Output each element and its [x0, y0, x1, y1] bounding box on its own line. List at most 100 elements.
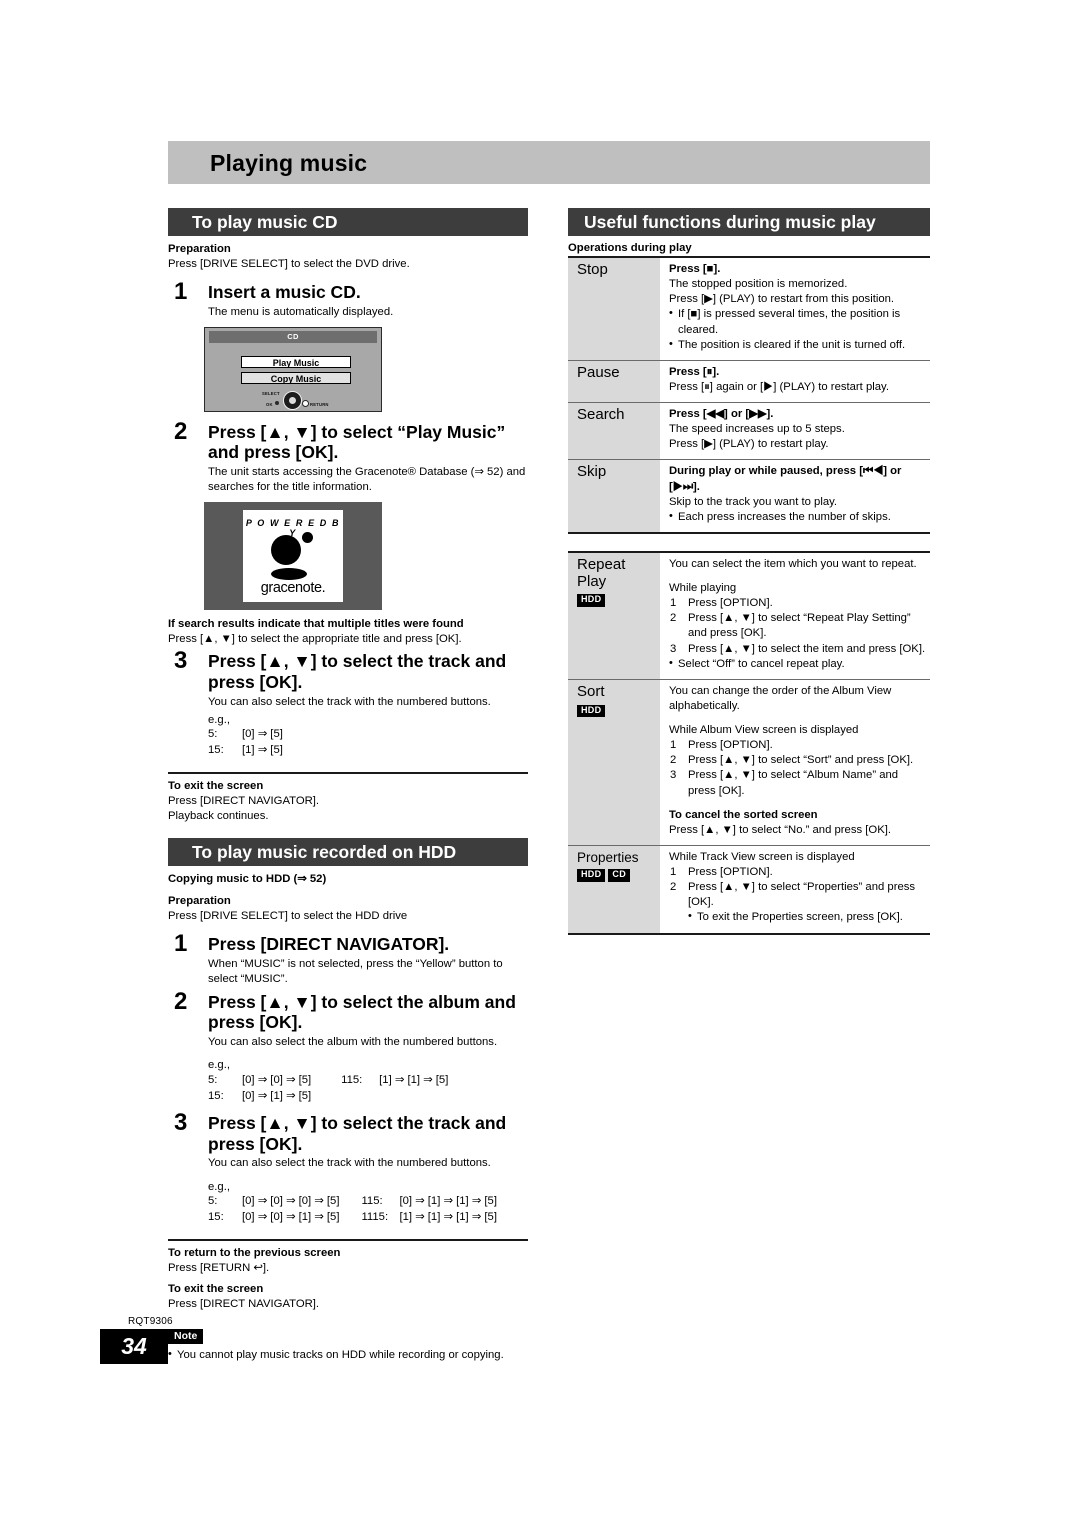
example-number: 5: [208, 1073, 218, 1086]
example-number-2: 115: [341, 1073, 363, 1086]
table-row-search: Search Press [◀◀] or [▶▶]. The speed inc… [568, 402, 930, 460]
numbered-steps: 1 Press [OPTION]. 2 Press [▲, ▼] to select… [669, 596, 926, 657]
step-number: 3 [174, 1109, 188, 1137]
exit-screen-line1-cd: Press [DIRECT NAVIGATOR]. [168, 794, 320, 807]
instruction-bold: Press [■]. [669, 263, 721, 275]
step-heading: Press [▲, ▼] to select the track and pre… [208, 651, 507, 692]
step-text: Press [OPTION]. [688, 739, 773, 752]
step-number: 3 [174, 647, 188, 675]
return-previous-text: Press [RETURN ↩]. [168, 1261, 270, 1274]
gracenote-logo-card: P O W E R E D B Y gracenote. [243, 510, 343, 603]
instruction-line: The stopped position is memorized. [669, 278, 848, 291]
cd-tag: CD [608, 868, 631, 882]
instruction-bullet: The position is cleared if the unit is t… [669, 337, 926, 353]
example-number: 15: [208, 1210, 224, 1223]
list-item: 3 Press [▲, ▼] to select the item and pre… [670, 642, 926, 655]
joystick-return-label: RETURN [310, 401, 329, 407]
example-keys-2: [1] ⇒ [1] ⇒ [5] [379, 1073, 449, 1086]
example-label: e.g., [208, 1180, 230, 1193]
step-text: Press [▲, ▼] to select “Properties” and … [688, 881, 916, 909]
right-column: Useful functions during music play Opera… [568, 208, 930, 935]
instruction-line: The speed increases up to 5 steps. [669, 423, 845, 436]
page-footer: RQT9306 34 [100, 1316, 300, 1364]
step-text: Press [▲, ▼] to select the item and pres… [688, 642, 926, 655]
step-text: Press [OPTION]. [688, 866, 773, 878]
table-spacer [568, 534, 930, 551]
row-key-stop: Stop [568, 257, 660, 361]
step-text: Press [▲, ▼] to select “Sort” and press … [688, 754, 914, 767]
context-text: While Album View screen is displayed [669, 724, 859, 736]
step-description: You can also select the track with the n… [208, 1157, 491, 1170]
divider [168, 1238, 528, 1241]
dpad-icon [283, 390, 302, 410]
table-row-pause: Pause Press [⏸]. Press [⏸] again or [▶] … [568, 360, 930, 403]
instruction-line: Press [⏸] again or [▶] (PLAY) to restart… [669, 380, 889, 393]
example-keys: [0] ⇒ [5] [242, 728, 283, 741]
cd-menu-title: CD [209, 330, 377, 343]
step-description: The unit starts accessing the Gracenote®… [208, 466, 526, 494]
row-value-repeat-play: You can select the item which you want t… [660, 552, 930, 679]
example-number-2: 1115: [361, 1210, 389, 1223]
divider [168, 771, 528, 774]
list-item: 3 Press [▲, ▼] to select “Album Name” and… [670, 769, 899, 797]
example-number: 15: [208, 744, 224, 757]
example-block-album: e.g., 5: [0] ⇒ [0] ⇒ [5] 115: [1] ⇒ [1] … [208, 1058, 528, 1104]
example-keys: [0] ⇒ [0] ⇒ [1] ⇒ [5] [242, 1210, 340, 1223]
exit-screen-text-hdd: Press [DIRECT NAVIGATOR]. [168, 1297, 320, 1310]
joystick-return-dot-icon [302, 399, 309, 407]
step-3-select-track-hdd: 3 Press [▲, ▼] to select the track and p… [168, 1109, 528, 1225]
multiple-titles-heading: If search results indicate that multiple… [168, 618, 464, 631]
preparation-text-cd: Press [DRIVE SELECT] to select the DVD d… [168, 257, 410, 270]
example-label: e.g., [208, 1059, 230, 1072]
gracenote-small-circle-icon [302, 532, 313, 544]
exit-screen-heading-hdd: To exit the screen [168, 1282, 264, 1295]
joystick-select-label: SELECT [262, 390, 280, 396]
cancel-sorted-heading: To cancel the sorted screen [669, 808, 818, 821]
step-text: Press [▲, ▼] to select “Album Name” and … [688, 769, 899, 797]
step-heading: Press [DIRECT NAVIGATOR]. [208, 933, 450, 954]
instruction-line: Press [▶] (PLAY) to restart from this po… [669, 293, 895, 306]
example-keys: [1] ⇒ [5] [242, 744, 283, 757]
return-previous-heading: To return to the previous screen [168, 1246, 341, 1259]
step-2-select-play-music: 2 Press [▲, ▼] to select “Play Music” an… [168, 418, 528, 496]
numbered-steps: 1 Press [OPTION]. 2 Press [▲, ▼] to select… [669, 738, 926, 799]
document-page: Playing music To play music CD Preparati… [0, 0, 1080, 1528]
instruction-bullet: Select “Off” to cancel repeat play. [669, 656, 926, 672]
instruction-bullet: Each press increases the number of skips… [669, 509, 926, 525]
table-row: 15: [1] ⇒ [5] [208, 743, 283, 759]
joystick-icon: SELECT OK RETURN [257, 390, 332, 410]
intro-text: You can change the order of the Album Vi… [669, 684, 892, 712]
row-key-line1: Properties [577, 849, 639, 865]
instruction-bullet: To exit the Properties screen, press [OK… [688, 909, 926, 925]
step-description: When “MUSIC” is not selected, press the … [208, 957, 503, 985]
instruction-line: Skip to the track you want to play. [669, 495, 838, 508]
table-row-repeat-play: Repeat Play HDD You can select the item … [568, 551, 930, 680]
section-header-play-music-hdd: To play music recorded on HDD [168, 837, 528, 866]
cd-menu-item-play-music: Play Music [241, 355, 351, 368]
step-number: 1 [174, 929, 188, 957]
example-table: 5: [0] ⇒ [0] ⇒ [5] 115: [1] ⇒ [1] ⇒ [5] … [208, 1073, 448, 1104]
row-key-sort: Sort HDD [568, 679, 660, 846]
preparation-label-cd: Preparation [168, 243, 231, 255]
joystick-ok-dot-icon [275, 400, 279, 405]
table-row: 5: [0] ⇒ [5] [208, 727, 283, 743]
row-value-properties: While Track View screen is displayed 1 Pr… [660, 845, 930, 933]
row-key-line1: Sort [577, 682, 605, 700]
operations-during-play-label: Operations during play [568, 242, 692, 254]
hdd-tag: HDD [577, 868, 606, 882]
instruction-bullet: If [■] is pressed several times, the pos… [669, 306, 926, 337]
example-keys: [0] ⇒ [0] ⇒ [0] ⇒ [5] [242, 1195, 340, 1208]
example-number: 15: [208, 1089, 224, 1102]
example-number-2 [311, 1089, 379, 1105]
context-text: While playing [669, 582, 737, 594]
example-number: 5: [208, 1195, 218, 1208]
row-value-pause: Press [⏸]. Press [⏸] again or [▶] (PLAY)… [660, 360, 930, 402]
step-heading: Insert a music CD. [208, 282, 361, 303]
row-key-pause: Pause [568, 360, 660, 403]
gracenote-powered-by-label: P O W E R E D B Y [245, 518, 341, 539]
row-value-search: Press [◀◀] or [▶▶]. The speed increases … [660, 403, 930, 460]
table-row-sort: Sort HDD You can change the order of the… [568, 679, 930, 846]
step-description: You can also select the track with the n… [208, 695, 491, 708]
